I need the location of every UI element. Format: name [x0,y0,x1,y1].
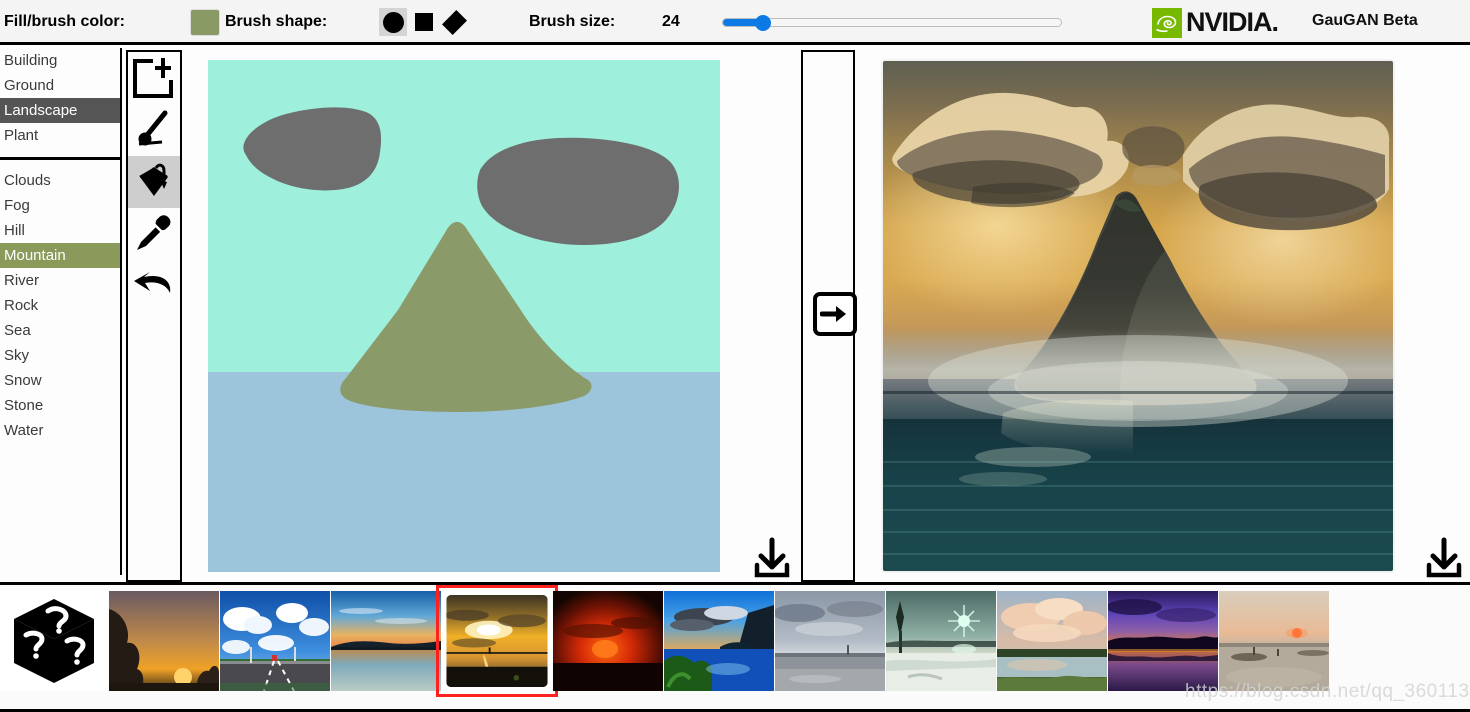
generate-button[interactable] [813,292,857,336]
nvidia-wordmark: NVIDIA. [1186,7,1279,37]
paint-bucket-icon [139,163,168,196]
style-thumb-purple-violet-sunset[interactable] [1108,591,1218,691]
brush-size-label: Brush size: [529,13,616,30]
canvas-segment-cloud-left [243,107,382,191]
thumb-image [664,591,774,691]
sidebar-item-water[interactable]: Water [0,418,120,443]
circle-icon [382,11,404,33]
style-thumb-lake-dusk-treeline[interactable] [331,591,441,691]
slider-thumb[interactable] [755,15,771,31]
paint-bucket-tool-button[interactable] [128,156,180,208]
style-thumb-pink-clouds-marsh[interactable] [997,591,1107,691]
style-thumb-pale-sunrise-tidal-flat[interactable] [1219,591,1329,691]
style-thumb-overcast-gray-beach[interactable] [775,591,885,691]
style-thumb-highway-blue-sky-clouds[interactable] [220,591,330,691]
canvas-shapes [243,107,679,412]
sidebar-item-clouds[interactable]: Clouds [0,168,120,193]
style-filmstrip [0,582,1470,712]
brush-shape-diamond-button[interactable] [440,8,468,36]
fill-brush-color-label: Fill/brush color: [4,13,125,30]
canvas-segment-mountain [340,221,592,412]
category-list: Building Ground Landscape Plant [0,48,120,148]
diamond-icon [441,9,467,35]
segment-item-list: Clouds Fog Hill Mountain River Rock Sea … [0,168,120,443]
segmentation-canvas[interactable] [208,60,720,572]
eyedropper-icon [137,215,171,250]
top-toolbar: Fill/brush color: Brush shape: Brush siz… [0,0,1470,45]
thumb-image [446,595,548,687]
thumb-image [109,591,219,691]
sidebar-item-mountain[interactable]: Mountain [0,243,120,268]
brush-shape-label: Brush shape: [225,13,328,30]
thumb-image [553,591,663,691]
new-canvas-tool-button[interactable] [128,52,180,104]
brush-icon [138,110,168,146]
canvas-segment-cloud-right [477,137,679,246]
sidebar-item-sea[interactable]: Sea [0,318,120,343]
style-thumb-blue-bay-cliff[interactable] [664,591,774,691]
slider-track [722,18,1062,27]
sidebar-category-building[interactable]: Building [0,48,120,73]
new-canvas-icon [133,58,173,98]
thumb-image [775,591,885,691]
style-thumb-golden-sunset-beach[interactable] [436,585,558,697]
sidebar-divider [0,157,120,160]
thumb-image [1108,591,1218,691]
thumb-image [1219,591,1329,691]
download-sketch-button[interactable] [752,537,792,579]
render-column [801,50,857,582]
sidebar-category-ground[interactable]: Ground [0,73,120,98]
sidebar-item-fog[interactable]: Fog [0,193,120,218]
undo-icon [134,272,171,293]
generated-image-render [883,61,1393,571]
gaugan-app: Fill/brush color: Brush shape: Brush siz… [0,0,1470,712]
nvidia-eye-icon [1152,7,1182,38]
download-result-button[interactable] [1424,537,1464,579]
segmentation-sidebar: Building Ground Landscape Plant Clouds F… [0,48,122,575]
sidebar-item-river[interactable]: River [0,268,120,293]
fill-color-swatch[interactable] [190,9,220,36]
eyedropper-tool-button[interactable] [128,208,180,260]
sidebar-item-stone[interactable]: Stone [0,393,120,418]
brush-shape-circle-button[interactable] [379,8,407,36]
brush-size-slider[interactable] [722,14,1062,31]
brush-shape-square-button[interactable] [410,8,438,36]
download-icon [754,537,790,578]
square-icon [415,13,433,31]
sidebar-category-plant[interactable]: Plant [0,123,120,148]
sidebar-category-landscape[interactable]: Landscape [0,98,120,123]
undo-tool-button[interactable] [128,260,180,312]
random-style-button[interactable] [0,591,108,691]
style-thumbnail-row [0,585,1330,699]
thumb-image [331,591,441,691]
nvidia-logo: NVIDIA. [1152,7,1279,38]
sidebar-item-hill[interactable]: Hill [0,218,120,243]
style-thumb-deep-red-sunset[interactable] [553,591,663,691]
sidebar-item-snow[interactable]: Snow [0,368,120,393]
app-title: GauGAN Beta [1312,12,1418,29]
style-thumb-snowy-shore-moonlight[interactable] [886,591,996,691]
style-thumb-tree-silhouette-sunset[interactable] [109,591,219,691]
tool-palette [126,50,182,582]
result-image-frame [881,59,1395,573]
generated-image[interactable] [883,61,1393,571]
thumb-image [886,591,996,691]
thumb-image [997,591,1107,691]
arrow-right-icon [820,306,846,322]
thumb-image [220,591,330,691]
sidebar-item-rock[interactable]: Rock [0,293,120,318]
brush-size-value: 24 [662,13,680,30]
dice-question-icon [14,599,94,683]
download-icon [1426,537,1462,578]
sidebar-item-sky[interactable]: Sky [0,343,120,368]
brush-tool-button[interactable] [128,104,180,156]
